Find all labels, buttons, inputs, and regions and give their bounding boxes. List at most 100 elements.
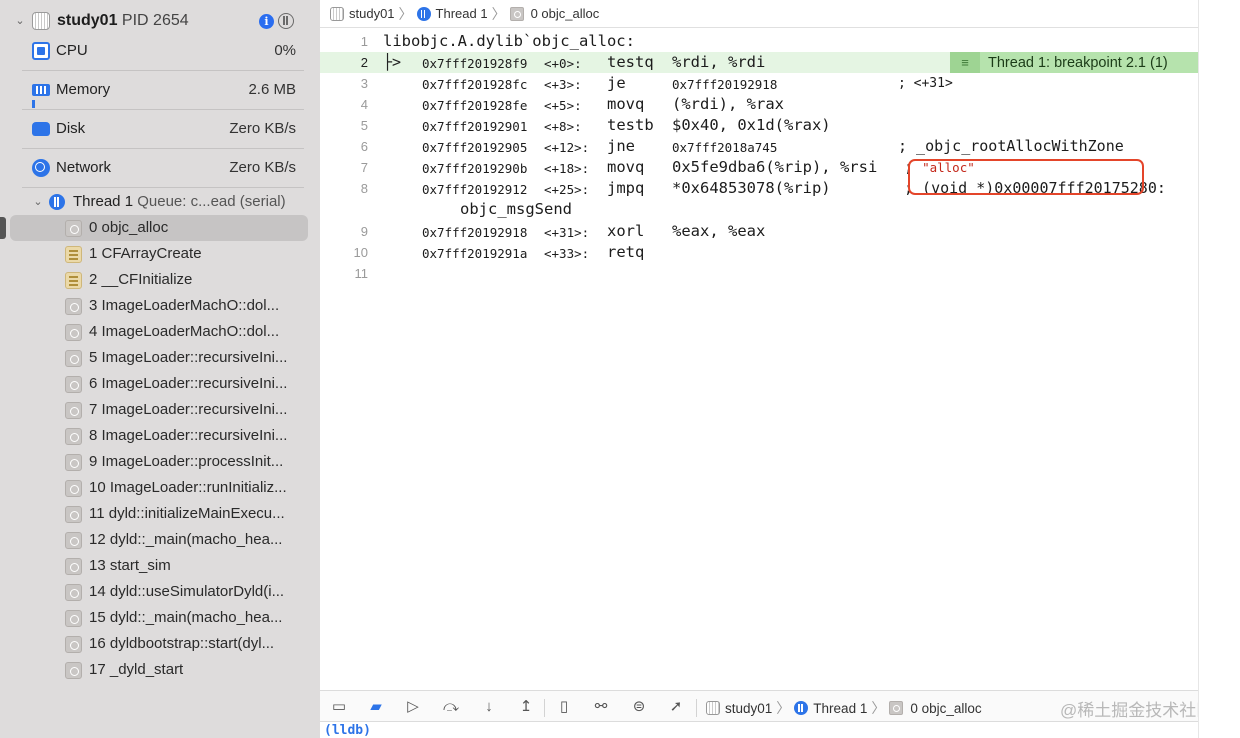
thread-row[interactable]: ⌄ Thread 1 Queue: c...ead (serial): [0, 190, 320, 214]
gauge-label: CPU: [56, 42, 88, 59]
debugbar-process[interactable]: study01: [706, 701, 772, 716]
instr-mnemonic: jne: [607, 137, 635, 155]
stack-frame-row[interactable]: 10 ImageLoader::runInitializ...: [0, 475, 320, 501]
jumpbar-thread[interactable]: Thread 1: [416, 6, 488, 21]
line-number: 3: [360, 76, 368, 91]
view-hierarchy-icon[interactable]: ▯: [555, 698, 573, 716]
jumpbar-frame[interactable]: 0 objc_alloc: [509, 6, 599, 21]
stack-frame-row[interactable]: 6 ImageLoader::recursiveIni...: [0, 371, 320, 397]
network-icon: [32, 159, 50, 177]
instr-mnemonic: movq: [607, 158, 645, 176]
hide-debug-area-icon[interactable]: ▭: [330, 698, 348, 716]
process-pid: PID 2654: [121, 12, 189, 29]
stack-frame-row[interactable]: 1 CFArrayCreate: [0, 241, 320, 267]
line-number: 5: [360, 118, 368, 133]
stack-frame-row[interactable]: 8 ImageLoader::recursiveIni...: [0, 423, 320, 449]
instr-mnemonic: testb: [607, 116, 654, 134]
debugbar-thread[interactable]: Thread 1: [794, 701, 867, 716]
stack-frame-row[interactable]: 15 dyld::_main(macho_hea...: [0, 605, 320, 631]
instr-comment: ; _objc_rootAllocWithZone: [898, 137, 1124, 155]
stack-frame-row[interactable]: 17 _dyld_start: [0, 657, 320, 683]
stack-frame-row[interactable]: 16 dyldbootstrap::start(dyl...: [0, 631, 320, 657]
debugbar-frame[interactable]: 0 objc_alloc: [889, 701, 982, 716]
frame-label: 9 ImageLoader::processInit...: [89, 453, 284, 470]
disk-icon: [32, 122, 50, 136]
line-number: 6: [360, 139, 368, 154]
stack-frame-row[interactable]: 9 ImageLoader::processInit...: [0, 449, 320, 475]
line-number: 1: [360, 34, 368, 49]
frame-icon: [65, 610, 82, 627]
instr-offset: <+5>:: [544, 98, 582, 113]
stack-frame-row[interactable]: 12 dyld::_main(macho_hea...: [0, 527, 320, 553]
info-icon[interactable]: i: [259, 13, 274, 29]
frame-label: 0 objc_alloc: [89, 219, 169, 236]
step-over-icon[interactable]: ⤼: [442, 698, 460, 716]
frame-label: 2 __CFInitialize: [89, 271, 193, 288]
instr-operands: *0x64853078(%rip): [672, 179, 831, 197]
chevron-right-icon: 〉: [776, 700, 791, 716]
continue-icon[interactable]: ▷: [404, 698, 422, 716]
stack-frame-row[interactable]: 14 dyld::useSimulatorDyld(i...: [0, 579, 320, 605]
instr-address: 0x7fff20192918: [422, 225, 528, 240]
disclosure-down-icon[interactable]: ⌄: [14, 15, 26, 27]
stack-frame-row[interactable]: 2 __CFInitialize: [0, 267, 320, 293]
step-out-icon[interactable]: ↥: [517, 698, 535, 716]
instr-operands: %rdi, %rdi: [672, 53, 766, 71]
memory-graph-icon[interactable]: ⚯: [592, 698, 610, 716]
debugbar-process-label: study01: [725, 700, 773, 716]
divider: [696, 699, 697, 717]
jumpbar-process[interactable]: study01: [330, 6, 395, 21]
frame-icon: [65, 532, 82, 549]
stack-frame-row[interactable]: 11 dyld::initializeMainExecu...: [0, 501, 320, 527]
stack-frame-row[interactable]: 7 ImageLoader::recursiveIni...: [0, 397, 320, 423]
breakpoints-toggle-icon[interactable]: ▰: [367, 698, 385, 716]
frame-icon: [65, 376, 82, 393]
instr-address: 0x7fff2019290b: [422, 161, 528, 176]
frame-label: 1 CFArrayCreate: [89, 245, 202, 262]
thread-label: Thread 1 Queue: c...ead (serial): [73, 193, 286, 210]
instr-mnemonic: testq: [607, 53, 654, 71]
function-header: libobjc.A.dylib`objc_alloc:: [383, 32, 635, 50]
chevron-right-icon: 〉: [398, 5, 413, 22]
lldb-console[interactable]: (lldb): [320, 722, 1198, 738]
line-number: 4: [360, 97, 368, 112]
gauge-disk[interactable]: Disk Zero KB/s: [22, 111, 304, 149]
current-code-line: 2 ├> 0x7fff201928f9 <+0>: testq %rdi, %r…: [320, 52, 1198, 73]
frame-label: 14 dyld::useSimulatorDyld(i...: [89, 583, 285, 600]
code-line-wrap: objc_msgSend: [320, 199, 1198, 220]
simulate-location-icon[interactable]: ➚: [667, 698, 685, 716]
gauge-cpu[interactable]: CPU 0%: [22, 33, 304, 71]
gauge-memory[interactable]: Memory 2.6 MB: [22, 72, 304, 110]
breakpoint-badge[interactable]: ≡ Thread 1: breakpoint 2.1 (1): [950, 52, 1198, 73]
gauge-network[interactable]: Network Zero KB/s: [22, 150, 304, 188]
stack-frame-row[interactable]: 0 objc_alloc: [0, 215, 320, 241]
thread-icon: [49, 194, 65, 210]
line-number: 9: [360, 224, 368, 239]
instr-mnemonic: xorl: [607, 222, 645, 240]
step-into-icon[interactable]: ↓: [480, 698, 498, 716]
environment-overrides-icon[interactable]: ⊜: [630, 698, 648, 716]
line-number: 7: [360, 160, 368, 175]
stack-frame-row[interactable]: 3 ImageLoaderMachO::dol...: [0, 293, 320, 319]
process-icon: [330, 6, 344, 21]
code-line: 5 0x7fff20192901 <+8>: testb $0x40, 0x1d…: [320, 115, 1198, 136]
instr-address: 0x7fff20192901: [422, 119, 528, 134]
frame-icon: [65, 506, 82, 523]
instr-mnemonic: retq: [607, 243, 645, 261]
stack-frame-row[interactable]: 5 ImageLoader::recursiveIni...: [0, 345, 320, 371]
frame-label: 3 ImageLoaderMachO::dol...: [89, 297, 280, 314]
debugbar-thread-label: Thread 1: [813, 700, 868, 716]
divider: [22, 148, 304, 149]
chevron-right-icon: 〉: [871, 700, 886, 716]
process-row[interactable]: ⌄ study01 PID 2654 i: [0, 8, 320, 34]
frame-icon: [65, 220, 82, 237]
stack-frame-row[interactable]: 13 start_sim: [0, 553, 320, 579]
threads-icon[interactable]: [278, 13, 294, 29]
breakpoint-menu-icon[interactable]: ≡: [950, 52, 980, 73]
disclosure-down-icon[interactable]: ⌄: [32, 196, 44, 208]
frame-icon: [889, 701, 904, 715]
cpu-icon: [32, 42, 50, 60]
stack-frame-row[interactable]: 4 ImageLoaderMachO::dol...: [0, 319, 320, 345]
gauge-value: 2.6 MB: [248, 81, 296, 98]
line-number: 8: [360, 181, 368, 196]
